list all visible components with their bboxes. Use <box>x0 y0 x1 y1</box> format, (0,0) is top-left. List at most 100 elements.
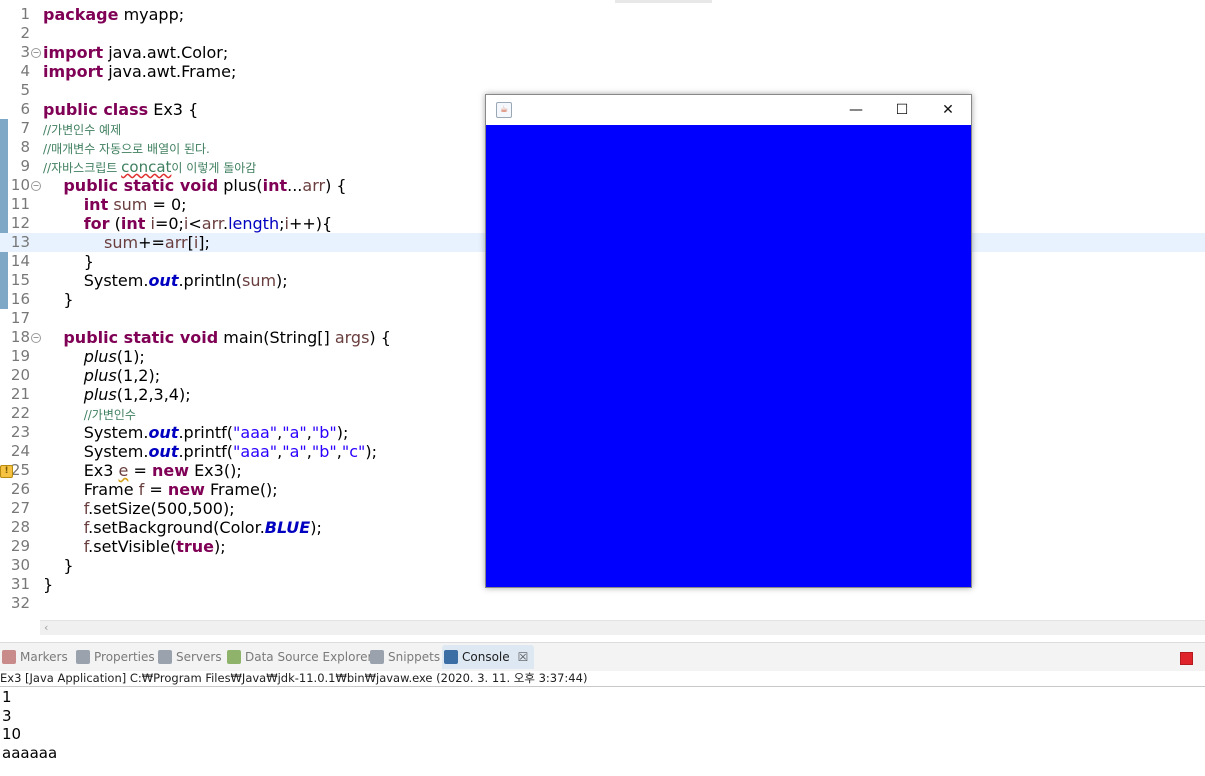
console-output-line: aaaaaa <box>2 743 58 762</box>
warning-marker-icon[interactable]: ! <box>0 465 13 478</box>
code-text[interactable]: f.setBackground(Color.BLUE); <box>43 518 322 537</box>
minimize-button[interactable]: — <box>833 95 879 125</box>
code-text[interactable]: //자바스크립트 concat이 이렇게 돌아감 <box>43 157 256 178</box>
code-text[interactable]: int sum = 0; <box>43 195 187 214</box>
view-tab-data-source-explorer[interactable]: Data Source Explorer <box>225 645 372 669</box>
code-text[interactable]: System.out.printf("aaa","a","b","c"); <box>43 442 377 461</box>
line-number: 7 <box>20 119 30 137</box>
code-text[interactable]: package myapp; <box>43 5 184 24</box>
view-tab-markers[interactable]: Markers <box>0 645 68 669</box>
code-text[interactable]: Frame f = new Frame(); <box>43 480 278 499</box>
markers-icon <box>2 650 16 664</box>
maximize-button[interactable]: ☐ <box>879 95 925 125</box>
code-text[interactable]: Ex3 e = new Ex3(); <box>43 461 242 480</box>
code-text[interactable]: f.setSize(500,500); <box>43 499 235 518</box>
view-tab-console[interactable]: Console ☒ <box>442 645 535 669</box>
fold-toggle-icon[interactable]: − <box>31 48 41 58</box>
data-source-icon <box>227 650 241 664</box>
line-number: 29 <box>10 537 30 555</box>
code-text[interactable]: public static void plus(int...arr) { <box>43 176 346 195</box>
view-tab-snippets[interactable]: Snippets <box>368 645 440 669</box>
line-number: 27 <box>10 499 30 517</box>
code-text[interactable]: //매개변수 자동으로 배열이 된다. <box>43 138 210 159</box>
line-number: 10 <box>10 176 30 194</box>
line-number: 11 <box>10 195 30 213</box>
console-output-line: 3 <box>2 706 12 725</box>
frame-title-bar[interactable]: ☕ — ☐ ✕ <box>486 95 971 125</box>
line-number: 30 <box>10 556 30 574</box>
line-number: 22 <box>10 404 30 422</box>
editor-horizontal-scrollbar[interactable]: ‹ <box>40 620 1205 635</box>
code-text[interactable]: for (int i=0;i<arr.length;i++){ <box>43 214 332 233</box>
view-tab-label: Markers <box>20 650 68 664</box>
frame-blue-canvas <box>486 125 971 587</box>
code-text[interactable]: } <box>43 290 73 309</box>
fold-toggle-icon[interactable]: − <box>31 181 41 191</box>
code-text[interactable]: public class Ex3 { <box>43 100 198 119</box>
console-icon <box>444 650 458 664</box>
code-line[interactable]: 4 import java.awt.Frame; <box>0 62 1205 81</box>
terminate-button[interactable] <box>1180 652 1193 665</box>
line-number: 3 <box>20 43 30 61</box>
line-number: 12 <box>10 214 30 232</box>
code-text[interactable]: import java.awt.Color; <box>43 43 228 62</box>
console-output-line: 10 <box>2 725 22 743</box>
line-number: 2 <box>20 24 30 42</box>
console-divider <box>0 686 1205 687</box>
line-number: 1 <box>20 5 30 23</box>
scroll-left-arrow-icon[interactable]: ‹ <box>44 621 48 635</box>
line-number: 31 <box>10 575 30 593</box>
java-icon: ☕ <box>496 102 512 118</box>
code-text[interactable]: public static void main(String[] args) { <box>43 328 391 347</box>
code-text[interactable]: } <box>43 556 73 575</box>
code-text[interactable]: } <box>43 252 94 271</box>
code-line[interactable]: 3− import java.awt.Color; <box>0 43 1205 62</box>
code-text[interactable]: System.out.printf("aaa","a","b"); <box>43 423 349 442</box>
code-text[interactable]: //가변인수 예제 <box>43 119 121 140</box>
view-tab-properties[interactable]: Properties <box>74 645 155 669</box>
properties-icon <box>76 650 90 664</box>
line-number: 26 <box>10 480 30 498</box>
code-text[interactable]: f.setVisible(true); <box>43 537 226 556</box>
view-tab-label: Servers <box>176 650 222 664</box>
views-tab-bar: Markers Properties Servers Data Source Expl… <box>0 642 1205 671</box>
awt-frame-window[interactable]: ☕ — ☐ ✕ <box>485 94 972 588</box>
code-text[interactable]: sum+=arr[i]; <box>43 233 210 252</box>
view-tab-label: Properties <box>94 650 155 664</box>
code-text[interactable]: plus(1,2); <box>43 366 160 385</box>
view-tab-label: Snippets <box>388 650 441 664</box>
close-button[interactable]: ✕ <box>925 95 971 125</box>
line-number: 20 <box>10 366 30 384</box>
code-text[interactable]: //가변인수 <box>43 404 136 425</box>
console-output-line: 1 <box>2 688 12 706</box>
line-number: 19 <box>10 347 30 365</box>
console-process-title: Ex3 [Java Application] C:₩Program Files₩… <box>0 671 588 685</box>
view-tab-label: Console <box>462 650 510 664</box>
line-number: 4 <box>20 62 30 80</box>
line-number: 23 <box>10 423 30 441</box>
line-number: 13 <box>10 233 30 251</box>
close-tab-icon[interactable]: ☒ <box>518 650 529 664</box>
line-number: 16 <box>10 290 30 308</box>
servers-icon <box>158 650 172 664</box>
line-number: 6 <box>20 100 30 118</box>
fold-toggle-icon[interactable]: − <box>31 333 41 343</box>
code-text[interactable]: } <box>43 575 53 594</box>
view-tab-servers[interactable]: Servers <box>156 645 222 669</box>
snippets-icon <box>370 650 384 664</box>
line-number: 15 <box>10 271 30 289</box>
code-line[interactable]: 1 package myapp; <box>0 5 1205 24</box>
code-text[interactable]: plus(1); <box>43 347 145 366</box>
code-line[interactable]: 2 <box>0 24 1205 43</box>
line-number: 14 <box>10 252 30 270</box>
code-line[interactable]: 32 <box>0 594 1205 613</box>
line-number: 24 <box>10 442 30 460</box>
line-number: 5 <box>20 81 30 99</box>
console-output[interactable]: 1 3 10 aaaaaa <box>2 688 57 762</box>
line-number: 9 <box>20 157 30 175</box>
code-text[interactable]: import java.awt.Frame; <box>43 62 236 81</box>
line-number: 28 <box>10 518 30 536</box>
code-text[interactable]: plus(1,2,3,4); <box>43 385 191 404</box>
view-tab-label: Data Source Explorer <box>245 650 373 664</box>
code-text[interactable]: System.out.println(sum); <box>43 271 288 290</box>
